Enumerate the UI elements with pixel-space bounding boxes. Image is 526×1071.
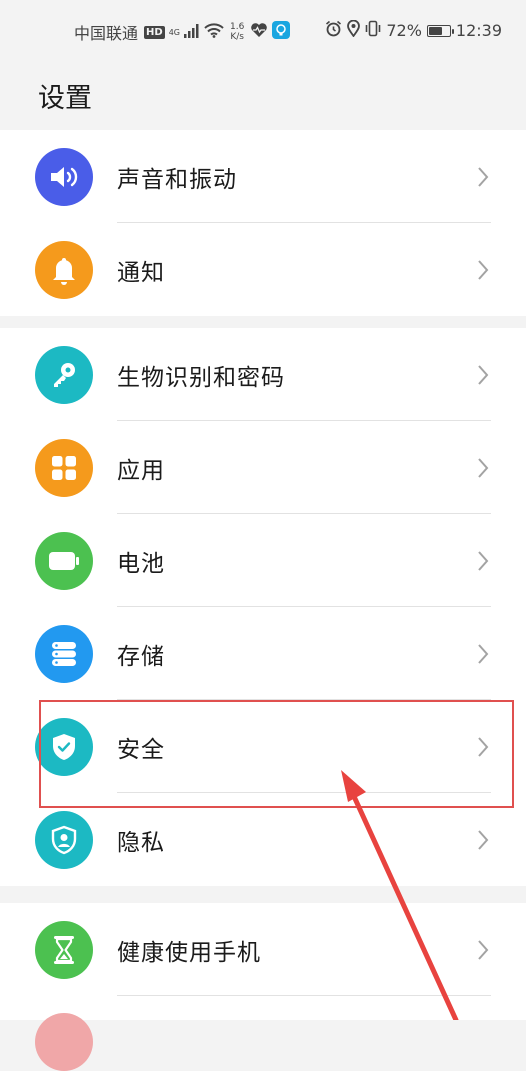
chevron-right-icon <box>478 644 489 664</box>
network-speed: 1.6 K/s <box>229 22 245 42</box>
settings-item-label: 通知 <box>117 260 165 286</box>
battery-percent: 72% <box>386 21 422 40</box>
signal-icon <box>183 23 200 42</box>
settings-item-digital-balance[interactable]: 健康使用手机 <box>0 903 526 996</box>
privacy-shield-icon <box>35 811 93 869</box>
vibrate-icon <box>365 20 381 41</box>
settings-item-label: 声音和振动 <box>117 167 237 193</box>
status-bar-left: 中国联通 HD 4G 1.6 K/s <box>74 20 291 44</box>
settings-item-label: 健康使用手机 <box>117 940 261 966</box>
health-heart-icon <box>250 22 268 42</box>
settings-item-apps[interactable]: 应用 <box>0 421 526 514</box>
settings-item-label: 生物识别和密码 <box>117 365 285 391</box>
shield-check-icon <box>35 718 93 776</box>
settings-item-notifications[interactable]: 通知 <box>0 223 526 316</box>
chevron-right-icon <box>478 737 489 757</box>
chevron-right-icon <box>478 940 489 960</box>
battery-status-icon <box>426 24 454 37</box>
chevron-right-icon <box>478 260 489 280</box>
wifi-icon <box>204 22 224 42</box>
bell-icon <box>35 241 93 299</box>
storage-icon <box>35 625 93 683</box>
settings-item-biometrics-password[interactable]: 生物识别和密码 <box>0 328 526 421</box>
settings-item-label: 应用 <box>117 458 165 484</box>
settings-group-2: 生物识别和密码 应用 电池 存储 安全 隐私 <box>0 328 526 886</box>
next-item-icon-partial <box>35 1013 93 1071</box>
network-type: 4G <box>168 27 180 37</box>
settings-item-label: 隐私 <box>117 830 165 856</box>
key-icon <box>35 346 93 404</box>
clock-time: 12:39 <box>455 21 502 40</box>
hourglass-icon <box>35 921 93 979</box>
settings-item-label: 电池 <box>117 551 165 577</box>
hd-badge: HD <box>144 25 165 39</box>
settings-item-storage[interactable]: 存储 <box>0 607 526 700</box>
settings-item-privacy[interactable]: 隐私 <box>0 793 526 886</box>
settings-item-battery[interactable]: 电池 <box>0 514 526 607</box>
settings-group-3: 健康使用手机 <box>0 903 526 1071</box>
page-title: 设置 <box>38 83 92 114</box>
chevron-right-icon <box>478 830 489 850</box>
location-icon <box>347 19 361 41</box>
battery-icon <box>35 532 93 590</box>
chevron-right-icon <box>478 551 489 571</box>
carrier-name: 中国联通 <box>74 24 139 43</box>
settings-item-security[interactable]: 安全 <box>0 700 526 793</box>
apps-grid-icon <box>35 439 93 497</box>
alarm-icon <box>325 20 342 41</box>
status-bar: 中国联通 HD 4G 1.6 K/s 72% 12:39 <box>0 0 526 64</box>
chevron-right-icon <box>478 458 489 478</box>
settings-group-1: 声音和振动 通知 <box>0 130 526 316</box>
divider <box>117 995 491 996</box>
settings-item-label: 安全 <box>117 737 165 763</box>
settings-item-sound-vibration[interactable]: 声音和振动 <box>0 130 526 223</box>
app-notification-icon <box>272 21 291 43</box>
chevron-right-icon <box>478 365 489 385</box>
status-bar-right: 72% 12:39 <box>325 19 502 41</box>
volume-icon <box>35 148 93 206</box>
chevron-right-icon <box>478 167 489 187</box>
settings-item-label: 存储 <box>117 644 165 670</box>
